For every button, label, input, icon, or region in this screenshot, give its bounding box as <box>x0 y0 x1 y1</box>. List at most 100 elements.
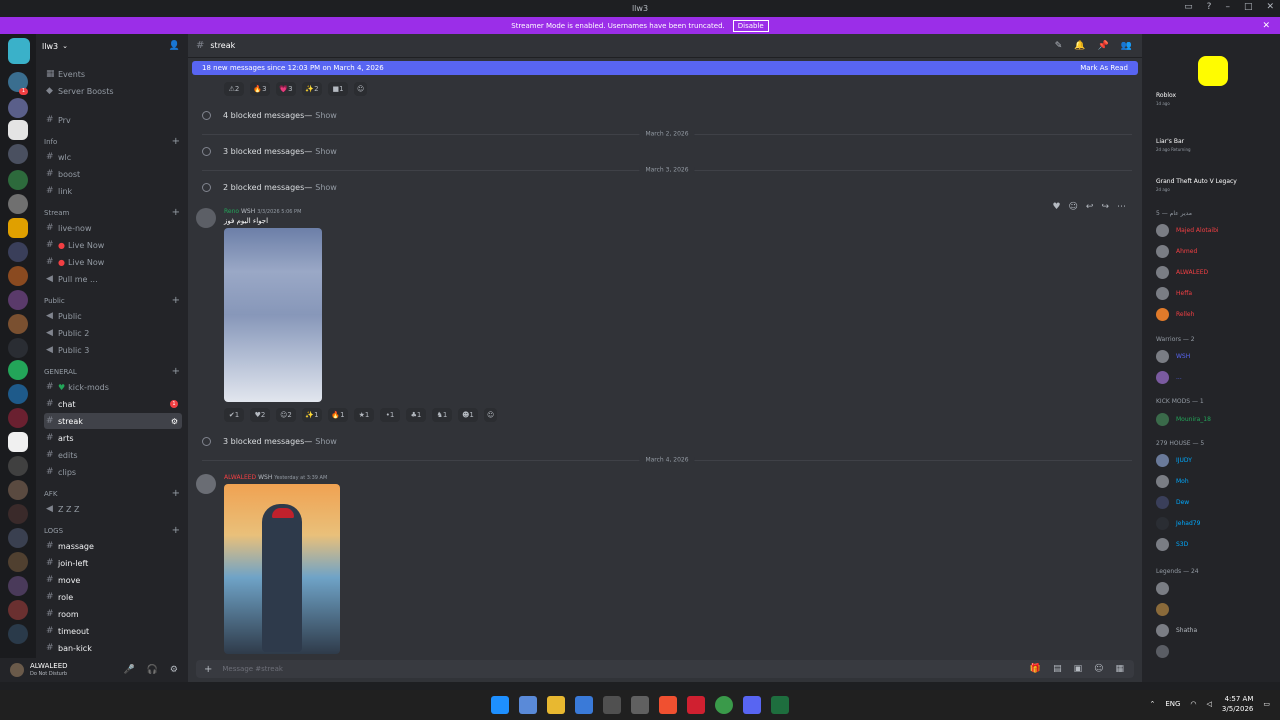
member-item[interactable]: Dew <box>1156 493 1276 511</box>
avatar[interactable] <box>196 474 216 494</box>
reaction-pill[interactable]: ♞ 1 <box>432 408 452 422</box>
reaction-pill[interactable]: ⚠ 2 <box>224 82 244 96</box>
member-item[interactable]: Moh <box>1156 472 1276 490</box>
sidebar-item-server-boosts[interactable]: ◆ Server Boosts <box>44 83 182 99</box>
category-logs[interactable]: LOGS + <box>44 526 180 536</box>
settings-icon[interactable]: ⚙ <box>170 665 178 675</box>
avatar[interactable] <box>10 663 24 677</box>
channel-item[interactable]: # timeout <box>44 623 182 639</box>
server-icon[interactable] <box>8 432 28 452</box>
message-composer[interactable]: + Message #streak 🎁 ▤ ▣ ☺ ▦ <box>196 660 1134 678</box>
channel-item[interactable]: # room <box>44 606 182 622</box>
member-item[interactable] <box>1156 600 1276 618</box>
reply-icon[interactable]: ↩ <box>1086 202 1094 212</box>
show-blocked-link[interactable]: Show <box>315 147 337 156</box>
member-item[interactable]: Relleh <box>1156 305 1276 323</box>
excel-icon[interactable] <box>771 696 789 714</box>
category-public[interactable]: Public + <box>44 296 180 306</box>
emoji-icon[interactable]: ☺ <box>1069 202 1078 212</box>
reaction-pill[interactable]: ♣ 1 <box>406 408 426 422</box>
disable-button[interactable]: Disable <box>732 19 769 32</box>
brave-icon[interactable] <box>659 696 677 714</box>
server-icon[interactable] <box>8 552 28 572</box>
category-info[interactable]: Info + <box>44 137 180 147</box>
member-item[interactable]: Ahmed <box>1156 242 1276 260</box>
sky-image-attachment[interactable] <box>224 228 322 402</box>
voice-channel[interactable]: ◀ Z Z Z <box>44 501 182 517</box>
notification-icon[interactable]: ▭ <box>1263 700 1270 708</box>
dismiss-banner-icon[interactable]: ✕ <box>1262 21 1270 31</box>
member-item[interactable]: S3D <box>1156 535 1276 553</box>
channel-item-streak[interactable]: # streak ⚙ <box>44 413 182 429</box>
author-name[interactable]: ALWALEED <box>224 474 256 481</box>
add-reaction-button[interactable]: ☺ <box>484 408 498 422</box>
sidebar-item-events[interactable]: ▦ Events <box>44 66 182 82</box>
voice-channel[interactable]: ◀ Public <box>44 308 182 324</box>
server-logo[interactable] <box>8 38 30 64</box>
discord-icon[interactable] <box>743 696 761 714</box>
server-icon[interactable] <box>8 624 28 644</box>
more-icon[interactable]: ⋯ <box>1117 202 1126 212</box>
minimize-icon[interactable]: – <box>1225 2 1230 12</box>
member-item[interactable]: Heffa <box>1156 284 1276 302</box>
category-stream[interactable]: Stream + <box>44 208 180 218</box>
channel-item[interactable]: # clips <box>44 464 182 480</box>
emoji-icon[interactable]: ☺ <box>1094 664 1103 674</box>
reaction-pill[interactable]: • 1 <box>380 408 400 422</box>
voice-channel[interactable]: ◀ Public 3 <box>44 342 182 358</box>
channel-item[interactable]: # massage <box>44 538 182 554</box>
pin-icon[interactable]: 📌 <box>1098 41 1109 51</box>
add-reaction-button[interactable]: ☺ <box>354 82 368 96</box>
member-item[interactable]: WSH <box>1156 347 1276 365</box>
server-icon[interactable] <box>8 290 28 310</box>
channel-item[interactable]: # ● Live Now <box>44 237 182 253</box>
server-icon[interactable] <box>8 338 28 358</box>
activity-card[interactable]: Grand Theft Auto V Legacy 2d ago <box>1156 178 1237 194</box>
server-icon[interactable] <box>8 242 28 262</box>
inbox-icon[interactable]: ▭ <box>1184 2 1193 12</box>
server-header[interactable]: llw3 ⌄ 👤 <box>36 34 188 58</box>
clock[interactable]: 4:57 AM 3/5/2026 <box>1222 694 1253 714</box>
server-icon[interactable] <box>8 314 28 334</box>
server-icon[interactable] <box>8 456 28 476</box>
language-indicator[interactable]: ENG <box>1165 700 1180 708</box>
channel-item[interactable]: # join-left <box>44 555 182 571</box>
sidebar-item-prv[interactable]: # Prv <box>44 112 182 128</box>
show-blocked-link[interactable]: Show <box>315 437 337 446</box>
start-button-icon[interactable] <box>491 696 509 714</box>
server-icon[interactable] <box>8 194 28 214</box>
server-icon[interactable] <box>8 576 28 596</box>
channel-item[interactable]: ◀ Pull me ... <box>44 271 182 287</box>
channel-item-chat[interactable]: # chat 1 <box>44 396 182 412</box>
apps-icon[interactable]: ▦ <box>1115 664 1124 674</box>
channel-item[interactable]: # arts <box>44 430 182 446</box>
forward-icon[interactable]: ↪ <box>1101 202 1109 212</box>
police-image-attachment[interactable] <box>224 484 340 654</box>
channel-item[interactable]: # ban-kick <box>44 640 182 656</box>
server-icon[interactable] <box>8 120 28 140</box>
settings-app-icon[interactable] <box>631 696 649 714</box>
server-icon[interactable] <box>8 480 28 500</box>
member-item[interactable]: ALWALEED <box>1156 263 1276 281</box>
activity-card[interactable]: Liar's Bar 2d ago Returning <box>1156 138 1191 154</box>
server-icon[interactable] <box>8 218 28 238</box>
microphone-icon[interactable]: 🎤 <box>123 665 134 675</box>
category-afk[interactable]: AFK + <box>44 489 180 499</box>
reaction-pill[interactable]: ♥ 2 <box>250 408 270 422</box>
close-window-icon[interactable]: ✕ <box>1266 2 1274 12</box>
chrome-icon[interactable] <box>715 696 733 714</box>
server-icon[interactable] <box>8 170 28 190</box>
member-item[interactable]: IJUDY <box>1156 451 1276 469</box>
reaction-pill[interactable]: 🔥 1 <box>328 408 348 422</box>
channel-item[interactable]: # live-now <box>44 220 182 236</box>
member-item[interactable]: Jehad79 <box>1156 514 1276 532</box>
channel-item[interactable]: # link <box>44 183 182 199</box>
gift-icon[interactable]: 🎁 <box>1030 664 1041 674</box>
reaction-pill[interactable]: ✨ 1 <box>302 408 322 422</box>
server-icon[interactable] <box>8 528 28 548</box>
gif-icon[interactable]: ▤ <box>1053 664 1062 674</box>
help-icon[interactable]: ? <box>1207 2 1212 12</box>
store-icon[interactable] <box>575 696 593 714</box>
server-icon[interactable] <box>8 408 28 428</box>
heart-icon[interactable]: ♥ <box>1052 202 1060 212</box>
